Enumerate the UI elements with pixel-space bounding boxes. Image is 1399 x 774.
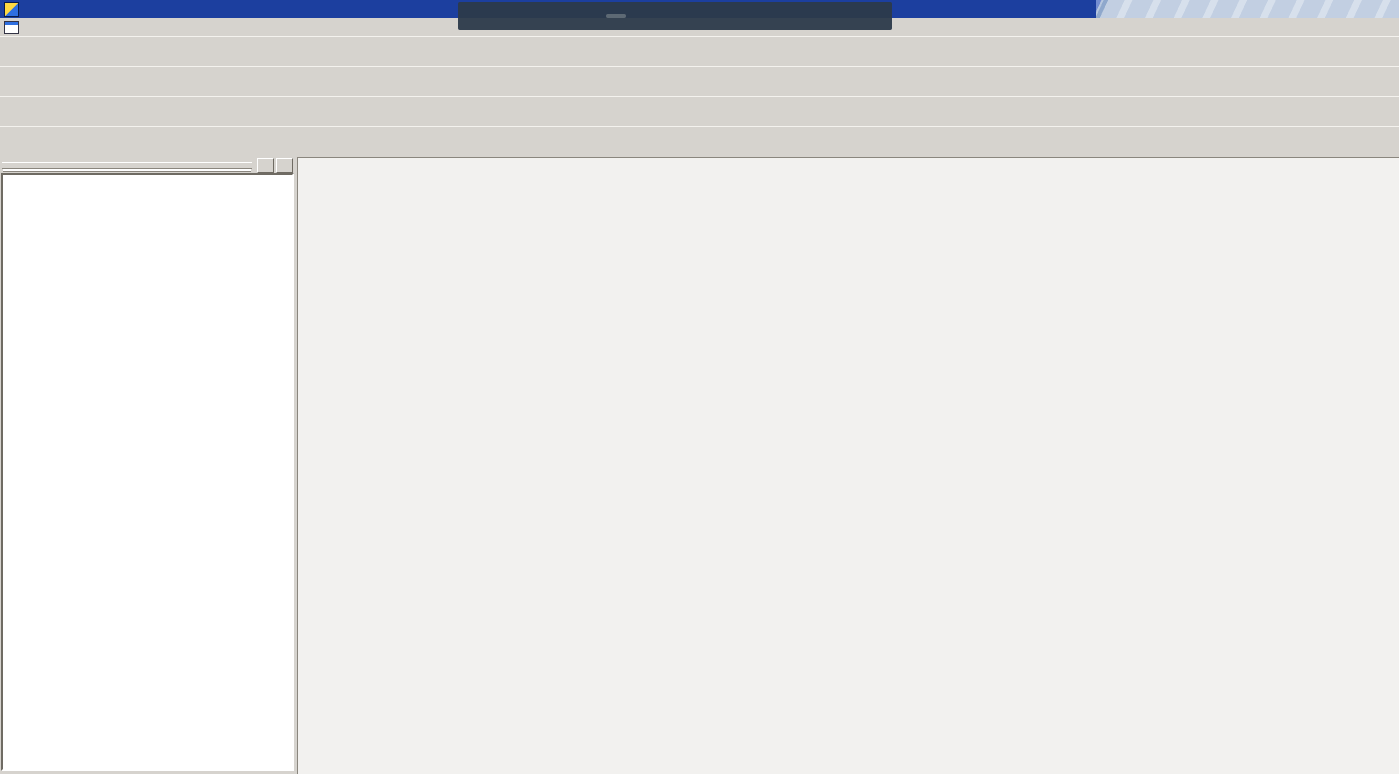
remote-control-overlay (458, 2, 892, 30)
tree-pane-header (1, 157, 294, 173)
app-icon (4, 2, 19, 17)
workspace (0, 157, 1399, 774)
pane-grip[interactable] (2, 162, 252, 169)
pane-dropdown-button[interactable] (257, 158, 274, 173)
pane-close-button[interactable] (276, 158, 293, 173)
toolbar-row-3 (0, 96, 1399, 128)
mdi-child-icon[interactable] (4, 21, 19, 34)
toolbar-row-2 (0, 66, 1399, 98)
titlebar-diagonal-decoration (1096, 0, 1399, 18)
ladder-editor[interactable] (297, 157, 1399, 774)
toolbar-row-4 (0, 126, 1399, 158)
project-tree-pane (0, 157, 297, 774)
project-tree (1, 173, 294, 771)
end-remote-button[interactable] (606, 14, 626, 18)
toolbar-row-1 (0, 36, 1399, 68)
